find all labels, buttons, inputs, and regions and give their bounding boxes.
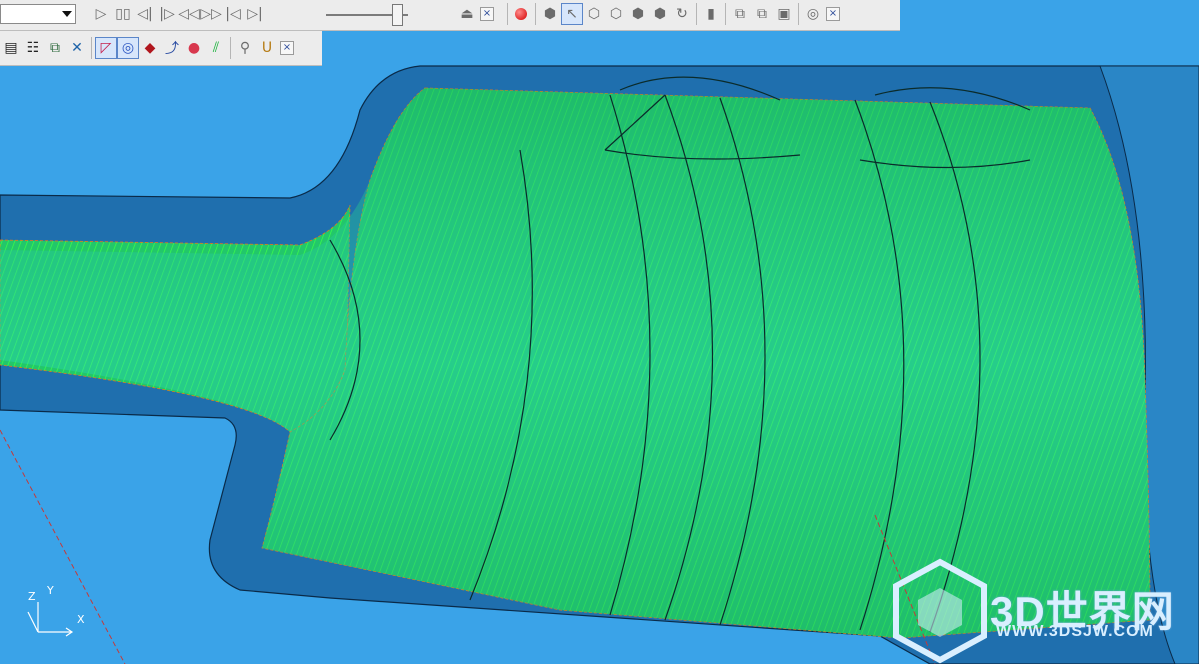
close-toolbar-bottom-button[interactable]: × [280,41,294,55]
copy-icon[interactable]: ⧉ [44,37,66,59]
axis-label-y: Y [47,584,54,597]
toolbar-bottom: ▤ ☷ ⧉ ✕ ◸ ◎ ◆ ⤴ ● ⫽ ⚲ U × [0,31,322,66]
shaded-view-icon[interactable]: ⬢ [539,3,561,25]
play-icon[interactable]: ▷ [90,3,112,25]
view-iso-icon[interactable]: ⬡ [583,3,605,25]
surface-pattern-icon[interactable]: ◎ [117,37,139,59]
axis-label-z: Z [28,590,36,603]
cross-icon[interactable]: ✕ [66,37,88,59]
toolbar-top: ▷ ▯▯ ◁| |▷ ◁◁ ▷▷ |◁ ▷| ⏏ × ⬢ ↖ ⬡ ⬡ ⬢ ⬢ ↻… [0,0,900,31]
goto-start-icon[interactable]: |◁ [222,3,244,25]
step-back-icon[interactable]: ◁| [134,3,156,25]
fast-forward-icon[interactable]: ▷▷ [200,3,222,25]
rewind-icon[interactable]: ◁◁ [178,3,200,25]
goto-end-icon[interactable]: ▷| [244,3,266,25]
save-icon[interactable]: ▣ [773,3,795,25]
step-forward-icon[interactable]: |▷ [156,3,178,25]
axis-label-x: X [77,613,85,626]
compare-icon[interactable]: ⧉ [729,3,751,25]
list-icon[interactable]: ▤ [0,37,22,59]
wireframe-icon[interactable]: ◸ [95,37,117,59]
view-front-icon[interactable]: ⬡ [605,3,627,25]
refresh-icon[interactable]: ↻ [671,3,693,25]
compare-2-icon[interactable]: ⧉ [751,3,773,25]
vectors-icon[interactable]: ⤴ [161,37,183,59]
watermark-url: WWW.3DSJW.COM [996,623,1154,640]
record-icon[interactable] [510,3,532,25]
close-toolbar-right-button[interactable]: × [826,7,840,21]
pause-icon[interactable]: ▯▯ [112,3,134,25]
reference-line [0,429,126,664]
view-top-icon[interactable]: ⬢ [649,3,671,25]
speed-slider[interactable] [326,4,408,26]
toolpath-select[interactable] [0,4,76,24]
lines-icon[interactable]: ⫽ [205,37,227,59]
tool-icon[interactable]: ⚲ [234,37,256,59]
table-icon[interactable]: ☷ [22,37,44,59]
toolpath-view-icon[interactable]: ↖ [561,3,583,25]
collision-icon[interactable]: ● [183,37,205,59]
close-toolbar-button[interactable]: × [480,7,494,21]
view-side-icon[interactable]: ⬢ [627,3,649,25]
axis-triad [27,602,74,637]
chevron-down-icon[interactable] [62,11,72,17]
eject-icon[interactable]: ⏏ [456,3,478,25]
surface-shading [0,88,1150,638]
ruler-icon[interactable]: ▮ [700,3,722,25]
viewport-3d[interactable] [0,0,1199,664]
info-icon[interactable]: ◎ [802,3,824,25]
holder-icon[interactable]: U [256,37,278,59]
slider-thumb[interactable] [392,4,403,26]
points-icon[interactable]: ◆ [139,37,161,59]
